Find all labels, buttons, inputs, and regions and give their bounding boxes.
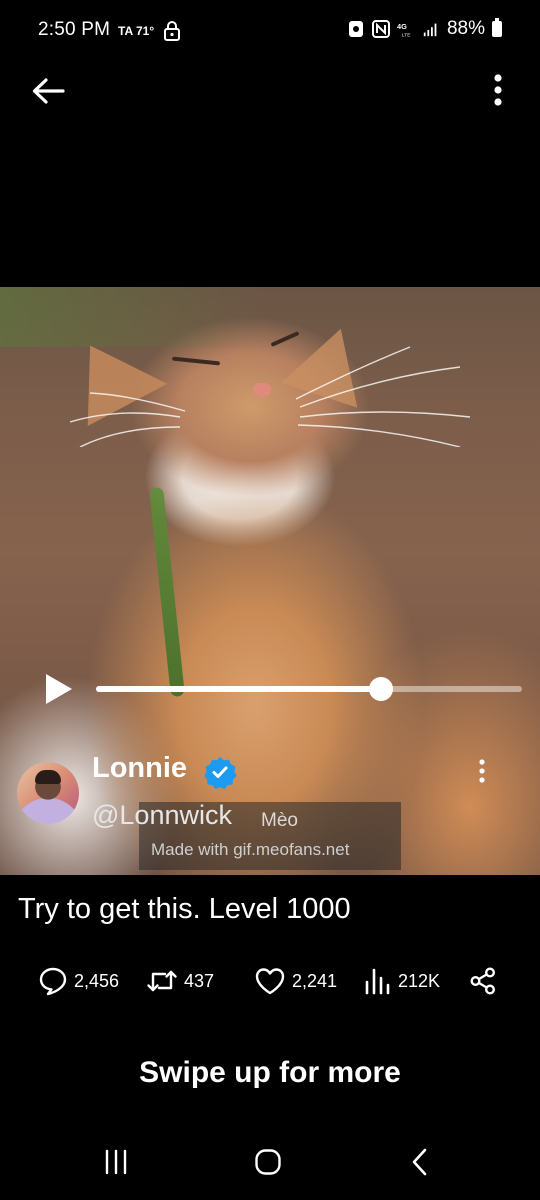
recents-icon — [105, 1149, 127, 1175]
cat-whiskers — [69, 346, 471, 447]
video-scrubber[interactable] — [96, 677, 522, 701]
like-count: 2,241 — [292, 970, 338, 991]
nav-back-button[interactable] — [392, 1144, 448, 1180]
reply-count: 2,456 — [74, 970, 120, 991]
nfc-icon — [371, 20, 390, 38]
post-actions: 2,456 437 2,241 212K — [0, 958, 540, 1004]
video-progress-fill — [96, 686, 382, 692]
verified-badge-icon — [204, 757, 237, 789]
battery-icon — [492, 18, 502, 37]
svg-text:4G: 4G — [397, 22, 407, 31]
home-icon — [255, 1149, 281, 1175]
share-icon — [470, 967, 496, 995]
status-bar: 2:50 PM TA 71° 4G LTE 88% — [0, 0, 540, 62]
like-button[interactable]: 2,241 — [254, 958, 337, 1004]
4g-lte-icon: 4GLTE — [397, 22, 411, 38]
lock-icon — [164, 21, 180, 41]
back-arrow-icon — [32, 78, 65, 104]
post-more-button[interactable] — [470, 756, 494, 786]
video-player[interactable]: Mèo Made with gif.meofans.net — [0, 287, 540, 875]
signal-icon — [423, 23, 437, 37]
play-icon[interactable] — [40, 670, 76, 708]
views-count: 212K — [398, 970, 441, 991]
back-button[interactable] — [24, 70, 72, 112]
author-name[interactable]: Lonnie — [92, 752, 187, 785]
status-icons: 4G LTE 88% — [347, 18, 502, 40]
home-button[interactable] — [240, 1144, 296, 1180]
author-handle[interactable]: @Lonnwick — [92, 800, 232, 831]
more-options-button[interactable] — [480, 68, 516, 112]
sim-icon — [348, 21, 363, 37]
more-vert-icon — [494, 74, 502, 106]
views-button[interactable]: 212K — [364, 958, 440, 1004]
back-icon — [412, 1148, 427, 1176]
watermark-brand: Mèo — [261, 810, 298, 831]
repost-icon — [147, 970, 177, 992]
grass-blade — [149, 486, 185, 698]
repost-count: 437 — [184, 970, 215, 991]
watermark-made-with: Made with gif.meofans.net — [151, 840, 350, 859]
views-icon — [365, 968, 390, 995]
system-nav-bar — [0, 1122, 540, 1200]
like-icon — [255, 968, 285, 995]
battery-level: 88% — [446, 18, 485, 39]
repost-button[interactable]: 437 — [146, 958, 214, 1004]
svg-text:LTE: LTE — [402, 32, 411, 38]
status-weather: TA 71° — [118, 24, 155, 38]
swipe-up-label[interactable]: Swipe up for more — [0, 1056, 540, 1090]
recents-button[interactable] — [88, 1144, 144, 1180]
share-button[interactable] — [468, 958, 498, 1004]
status-time: 2:50 PM — [38, 19, 111, 40]
reply-button[interactable]: 2,456 — [38, 958, 119, 1004]
post-text: Try to get this. Level 1000 — [18, 893, 351, 925]
avatar[interactable] — [17, 762, 79, 824]
more-vert-icon — [479, 759, 485, 783]
reply-icon — [39, 967, 67, 996]
